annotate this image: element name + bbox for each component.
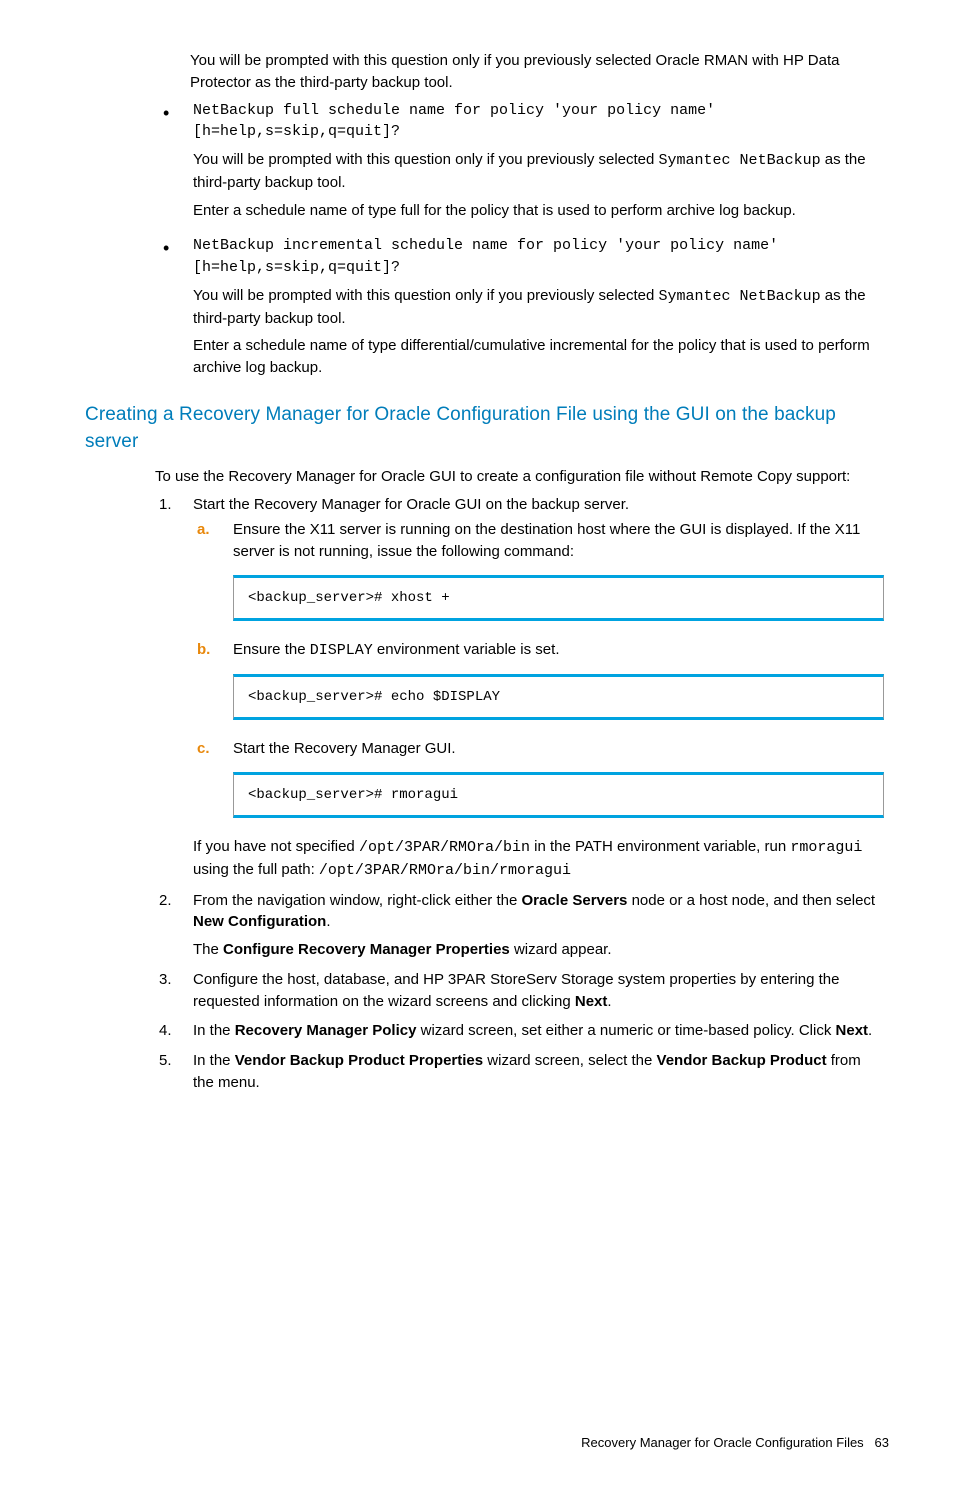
bullet-item: NetBackup full schedule name for policy … [155, 100, 884, 222]
bullet-item: NetBackup incremental schedule name for … [155, 235, 884, 379]
step-line2: The Configure Recovery Manager Propertie… [193, 939, 884, 961]
section-intro: To use the Recovery Manager for Oracle G… [155, 466, 884, 488]
bullet-para: Enter a schedule name of type differenti… [193, 335, 884, 379]
code-block: <backup_server># xhost + [233, 575, 884, 621]
page-number: 63 [875, 1435, 889, 1450]
bullet-para: Enter a schedule name of type full for t… [193, 200, 884, 222]
code-block: <backup_server># echo $DISPLAY [233, 674, 884, 720]
ordered-steps: Start the Recovery Manager for Oracle GU… [155, 494, 884, 1094]
bullet-para: You will be prompted with this question … [193, 149, 884, 194]
step-2: From the navigation window, right-click … [155, 890, 884, 961]
bullet-para: You will be prompted with this question … [193, 285, 884, 330]
step-tail: If you have not specified /opt/3PAR/RMOr… [193, 836, 884, 882]
section-heading: Creating a Recovery Manager for Oracle C… [85, 401, 894, 456]
substep-label: b. [197, 639, 210, 661]
substep-label: c. [197, 738, 210, 760]
substep-b: b. Ensure the DISPLAY environment variab… [193, 639, 884, 720]
footer-text: Recovery Manager for Oracle Configuratio… [581, 1435, 864, 1450]
intro-paragraph: You will be prompted with this question … [190, 50, 884, 94]
step-1: Start the Recovery Manager for Oracle GU… [155, 494, 884, 882]
step-3: Configure the host, database, and HP 3PA… [155, 969, 884, 1013]
step-5: In the Vendor Backup Product Properties … [155, 1050, 884, 1094]
intro-text: You will be prompted with this question … [190, 50, 884, 94]
section-body: To use the Recovery Manager for Oracle G… [155, 466, 884, 488]
bullet-list: NetBackup full schedule name for policy … [155, 100, 884, 379]
step-4: In the Recovery Manager Policy wizard sc… [155, 1020, 884, 1042]
substep-a: a. Ensure the X11 server is running on t… [193, 519, 884, 621]
page-footer: Recovery Manager for Oracle Configuratio… [60, 1434, 894, 1453]
bullet-code: NetBackup incremental schedule name for … [193, 235, 884, 279]
substep-c: c. Start the Recovery Manager GUI. <back… [193, 738, 884, 818]
substep-label: a. [197, 519, 210, 541]
substeps: a. Ensure the X11 server is running on t… [193, 519, 884, 818]
bullet-code: NetBackup full schedule name for policy … [193, 100, 884, 144]
code-block: <backup_server># rmoragui [233, 772, 884, 818]
